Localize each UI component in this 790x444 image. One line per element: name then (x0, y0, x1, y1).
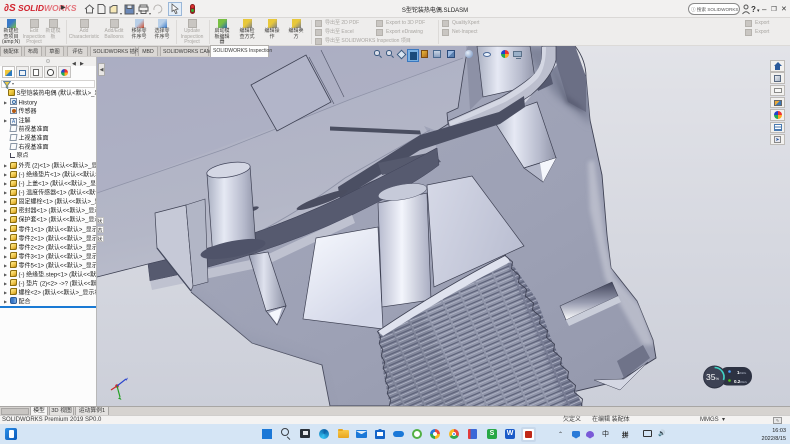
svg-text:▾: ▾ (149, 11, 151, 15)
svg-text:1KB/s: 1KB/s (737, 370, 747, 375)
svg-text:0.2KB/s: 0.2KB/s (734, 379, 747, 384)
svg-text:▾: ▾ (136, 11, 138, 15)
svg-text:▾: ▾ (120, 11, 122, 15)
